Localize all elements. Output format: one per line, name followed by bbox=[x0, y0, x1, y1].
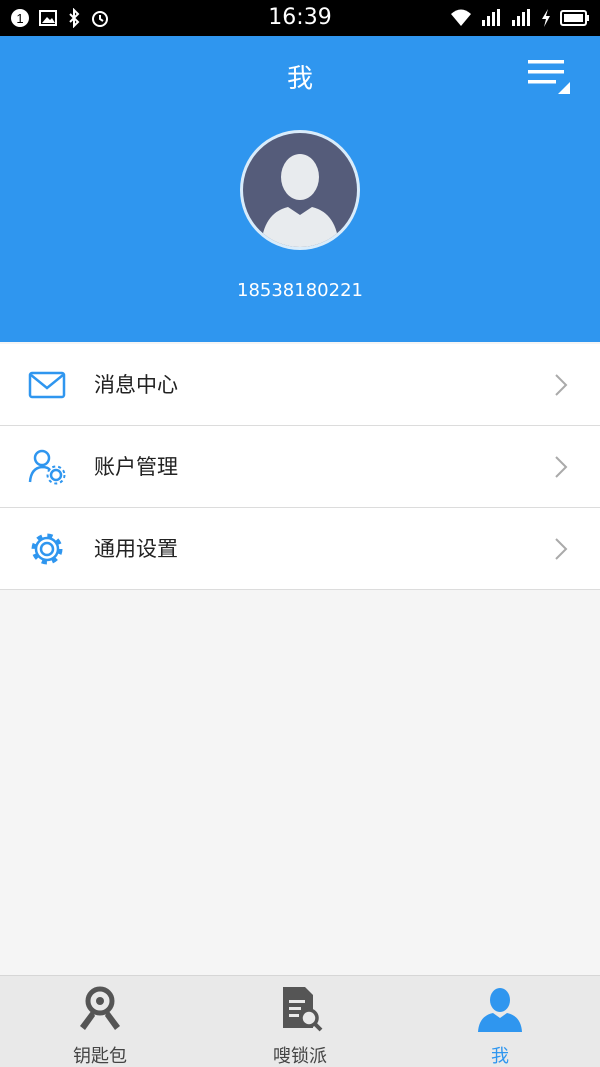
menu-item-messages[interactable]: 消息中心 bbox=[0, 344, 600, 426]
signal-icon bbox=[512, 9, 530, 26]
avatar[interactable] bbox=[240, 130, 360, 250]
tab-label: 嗖锁派 bbox=[273, 1046, 327, 1067]
tab-me[interactable]: 我 bbox=[400, 976, 600, 1067]
menu-item-settings[interactable]: 通用设置 bbox=[0, 508, 600, 590]
phone-number: 18538180221 bbox=[237, 280, 363, 301]
user-icon bbox=[478, 988, 522, 1032]
menu-item-label: 消息中心 bbox=[94, 373, 178, 397]
bottom-tab-bar: 钥匙包 嗖锁派 我 bbox=[0, 975, 600, 1067]
status-bar: 1 16:39 bbox=[0, 0, 600, 36]
chevron-right-icon bbox=[555, 374, 568, 396]
user-settings-icon bbox=[28, 449, 66, 485]
keys-icon bbox=[80, 986, 120, 1030]
menu-icon bbox=[528, 60, 570, 94]
charging-icon bbox=[542, 9, 550, 27]
mail-icon bbox=[28, 371, 66, 399]
profile-header: 我 18538180221 bbox=[0, 36, 600, 342]
menu-item-label: 账户管理 bbox=[94, 455, 178, 479]
menu-item-label: 通用设置 bbox=[94, 537, 178, 561]
chevron-right-icon bbox=[555, 538, 568, 560]
chevron-right-icon bbox=[555, 456, 568, 478]
tab-search-locks[interactable]: 嗖锁派 bbox=[200, 976, 400, 1067]
settings-menu: 消息中心 账户管理 通用设置 bbox=[0, 344, 600, 590]
default-avatar-icon bbox=[261, 154, 339, 247]
signal-icon bbox=[482, 9, 500, 26]
tab-keys[interactable]: 钥匙包 bbox=[0, 976, 200, 1067]
page-title: 我 bbox=[286, 64, 313, 94]
status-right-icons bbox=[450, 8, 590, 28]
tab-label: 我 bbox=[491, 1046, 509, 1067]
document-search-icon bbox=[283, 987, 323, 1032]
menu-button[interactable] bbox=[528, 56, 570, 96]
wifi-icon bbox=[451, 9, 471, 26]
menu-item-account[interactable]: 账户管理 bbox=[0, 426, 600, 508]
gear-icon bbox=[31, 533, 63, 565]
tab-label: 钥匙包 bbox=[73, 1046, 127, 1067]
battery-icon bbox=[560, 10, 589, 26]
